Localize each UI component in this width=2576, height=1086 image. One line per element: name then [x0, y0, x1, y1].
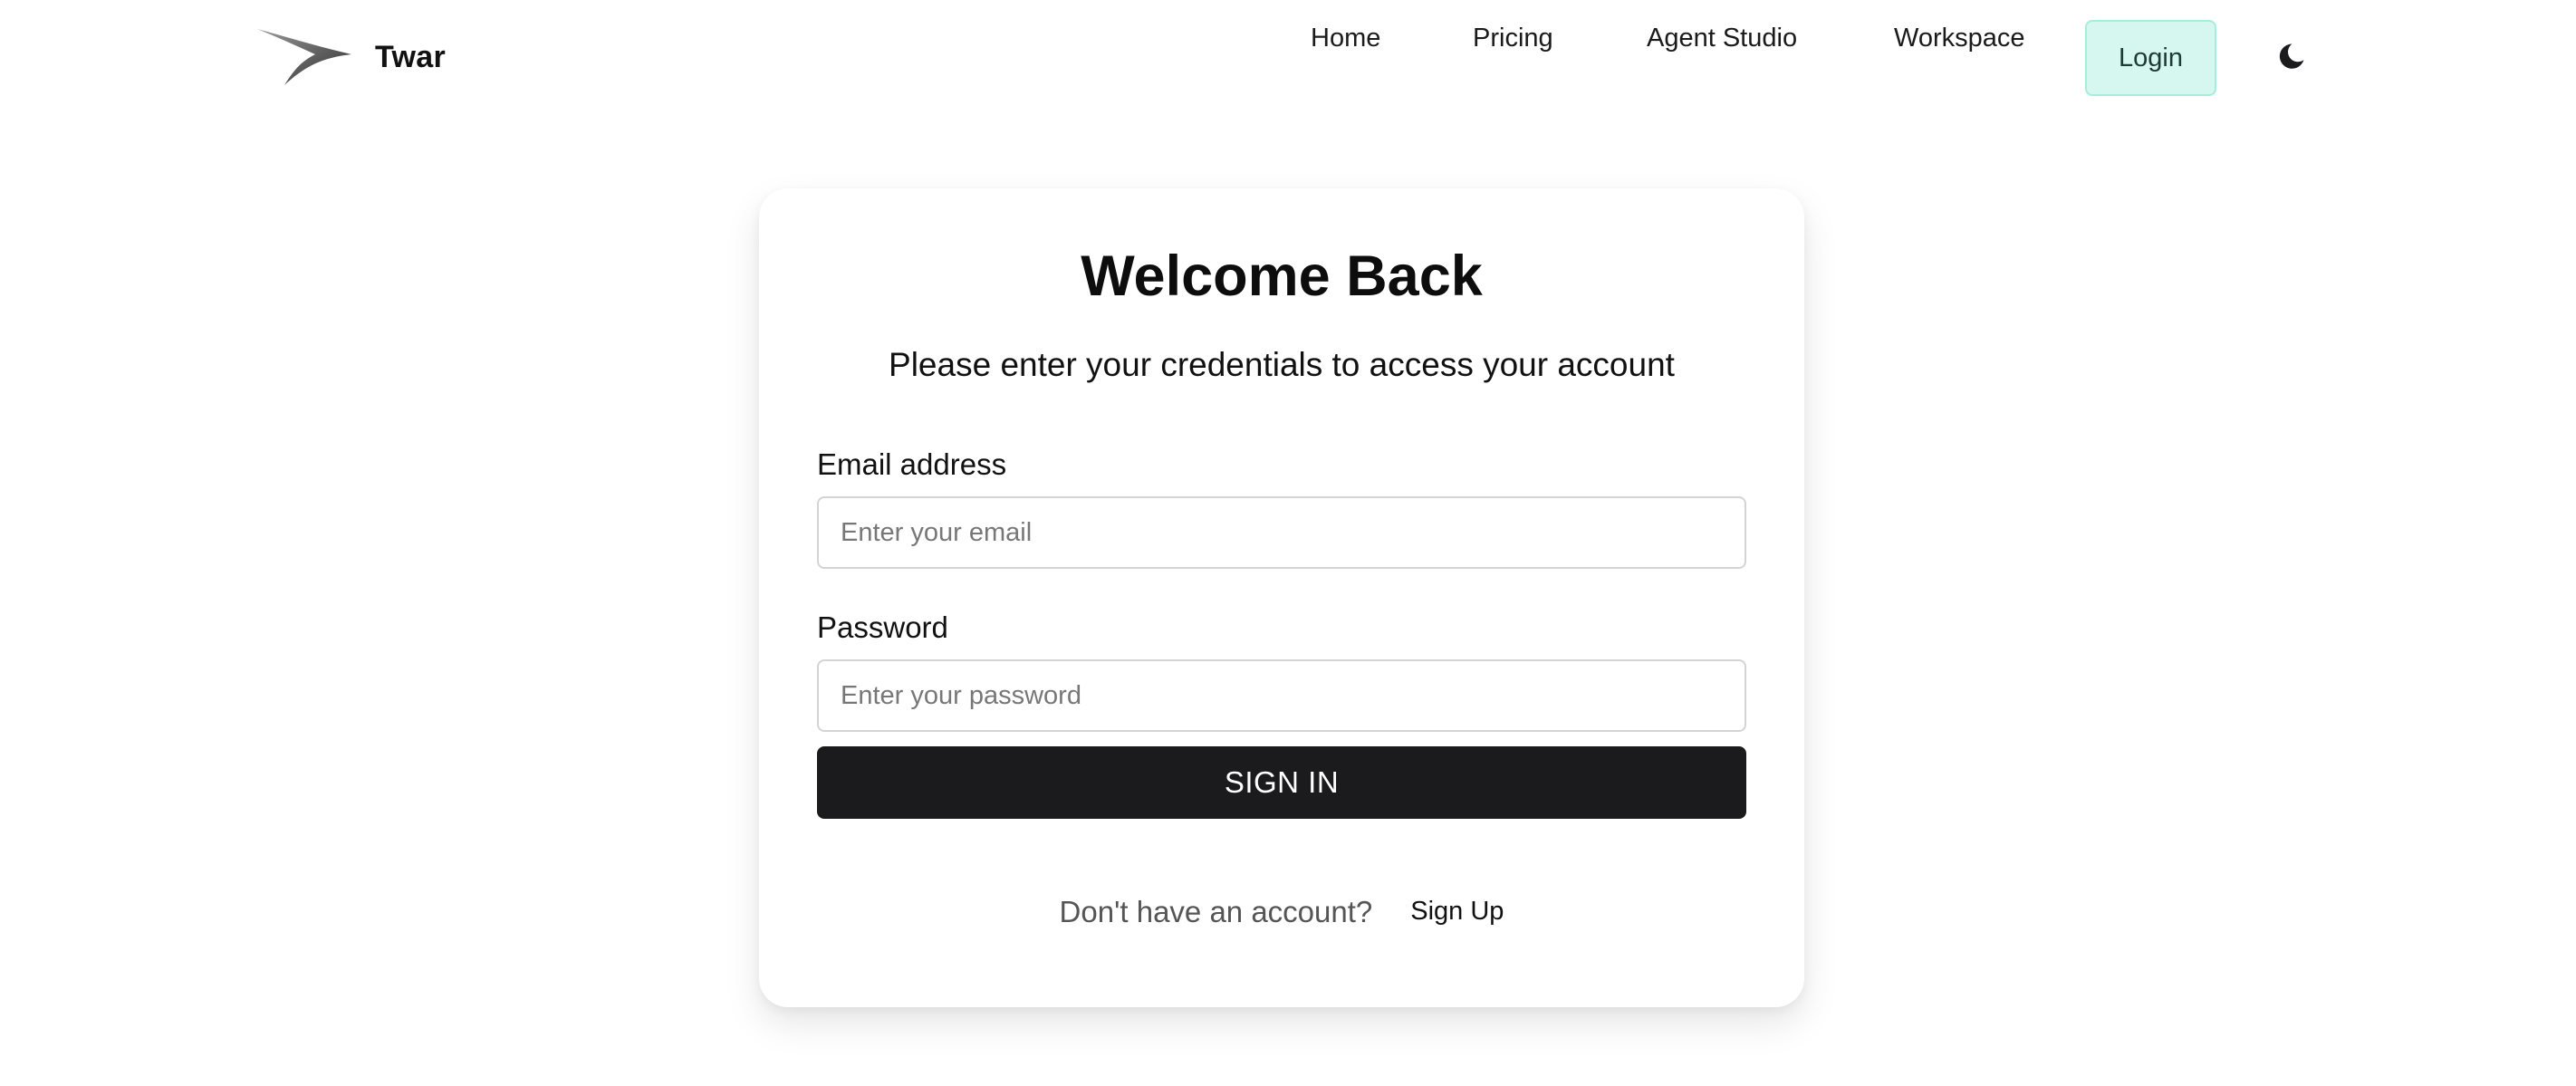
top-header: Twar Home Pricing Agent Studio Workspace…	[0, 0, 2576, 116]
email-label: Email address	[817, 447, 1007, 481]
brand-name: Twar	[375, 39, 447, 74]
page-subtitle: Please enter your credentials to access …	[889, 346, 1675, 383]
theme-toggle-button[interactable]	[2273, 40, 2310, 76]
brand-link[interactable]: Twar	[257, 27, 446, 87]
moon-icon	[2276, 41, 2307, 76]
nav-pricing[interactable]: Pricing	[1473, 0, 1553, 76]
nav-workspace[interactable]: Workspace	[1894, 0, 2025, 76]
nav-agent-studio[interactable]: Agent Studio	[1647, 0, 1797, 76]
email-field[interactable]	[817, 496, 1746, 569]
page-title: Welcome Back	[1081, 245, 1483, 308]
sign-up-link[interactable]: Sign Up	[1410, 899, 1504, 925]
signup-prompt: Don't have an account?	[1059, 895, 1373, 928]
password-label: Password	[817, 610, 948, 644]
signup-row: Don't have an account? Sign Up	[759, 897, 1804, 927]
nav-home[interactable]: Home	[1311, 0, 1380, 76]
swallow-logo-icon	[257, 27, 351, 87]
sign-in-button[interactable]: SIGN IN	[817, 746, 1746, 819]
login-card: Welcome Back Please enter your credentia…	[759, 188, 1804, 1007]
login-button[interactable]: Login	[2085, 20, 2216, 96]
password-field[interactable]	[817, 659, 1746, 732]
